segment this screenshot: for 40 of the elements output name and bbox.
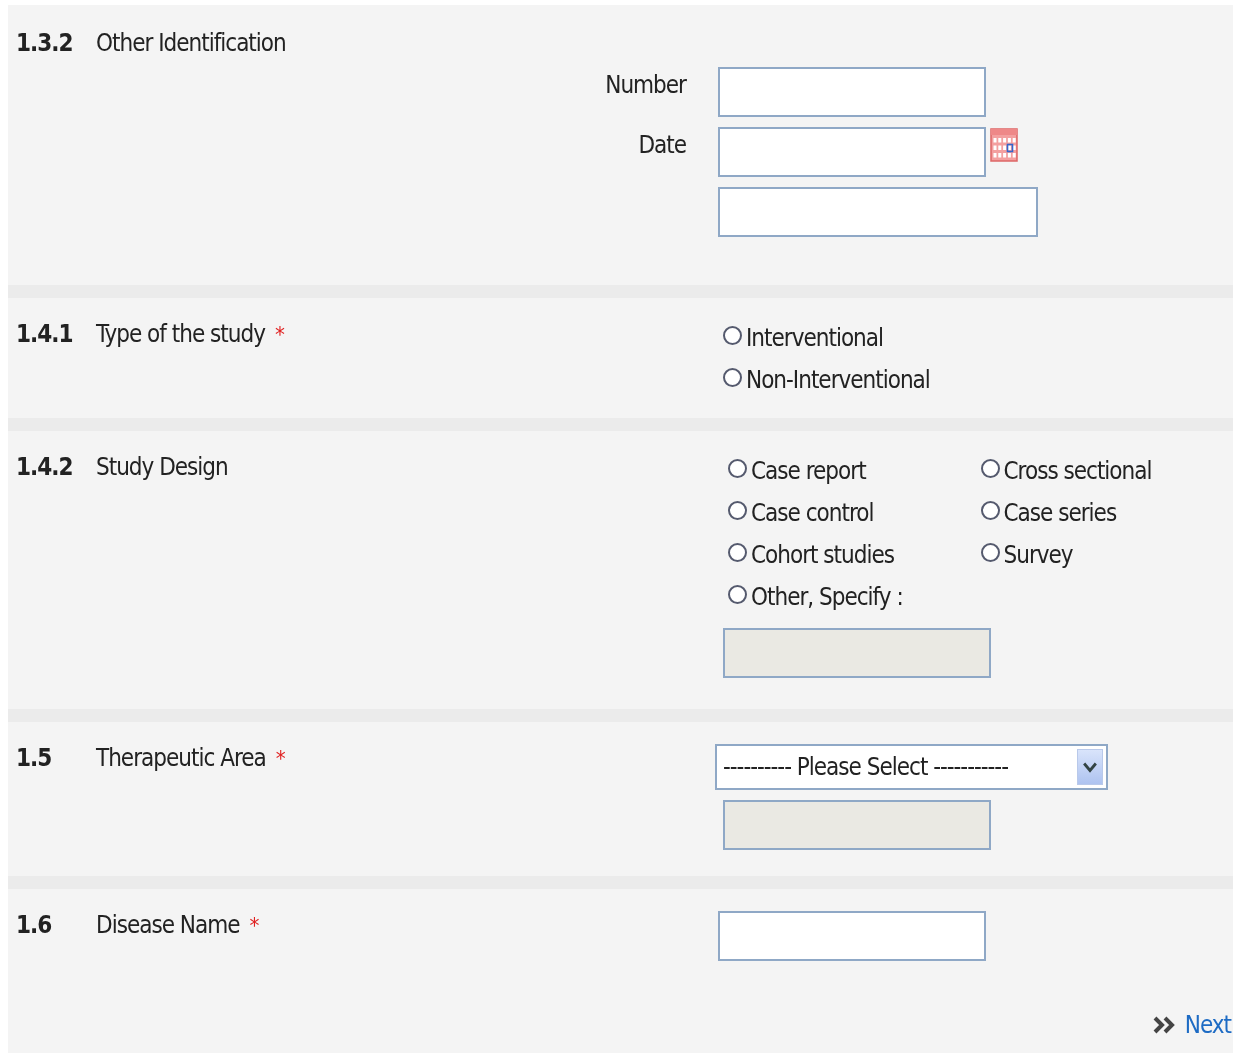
- field-label: Disease Name: [96, 911, 240, 939]
- radio-button[interactable]: [723, 325, 742, 345]
- radio-label: Case control: [751, 499, 874, 527]
- section-number: 1.3.2: [16, 29, 74, 57]
- radio-button[interactable]: [728, 458, 747, 478]
- radio-button[interactable]: [980, 542, 1000, 562]
- field-label: Type of the study: [96, 320, 265, 348]
- radio-label: Cross sectional: [1003, 457, 1152, 485]
- radio-label: Cohort studies: [751, 541, 895, 569]
- radio-button[interactable]: [980, 458, 1000, 478]
- input-field[interactable]: [718, 911, 986, 961]
- input-field[interactable]: [718, 67, 986, 117]
- dropdown[interactable]: ---------- Please Select -----------: [715, 744, 1108, 790]
- field-label: Date: [638, 131, 686, 159]
- required-mark: *: [249, 913, 259, 938]
- field-label: Other Identification: [96, 29, 286, 57]
- section-number: 1.4.2: [16, 453, 74, 481]
- radio-label: Interventional: [746, 324, 883, 352]
- field-label: Number: [605, 71, 686, 99]
- required-mark: *: [274, 322, 284, 347]
- required-mark: *: [275, 746, 285, 771]
- radio-label: Case report: [751, 457, 866, 485]
- radio-button[interactable]: [728, 584, 747, 604]
- input-field[interactable]: [718, 127, 986, 177]
- input-field[interactable]: [718, 187, 1038, 237]
- field-label: Therapeutic Area: [96, 744, 266, 772]
- radio-button[interactable]: [728, 500, 747, 520]
- radio-label: Survey: [1003, 541, 1073, 569]
- radio-button[interactable]: [728, 542, 747, 562]
- radio-label: Other, Specify :: [751, 583, 903, 611]
- field-label: Study Design: [96, 453, 228, 481]
- section-number: 1.4.1: [16, 320, 74, 348]
- next-link[interactable]: Next: [1152, 1011, 1231, 1039]
- calendar-icon[interactable]: [990, 127, 1018, 163]
- radio-button[interactable]: [723, 367, 742, 387]
- section-number: 1.5: [16, 744, 53, 772]
- radio-label: Non-Interventional: [746, 366, 930, 394]
- section-number: 1.6: [16, 911, 53, 939]
- radio-label: Case series: [1003, 499, 1117, 527]
- radio-button[interactable]: [980, 500, 1000, 520]
